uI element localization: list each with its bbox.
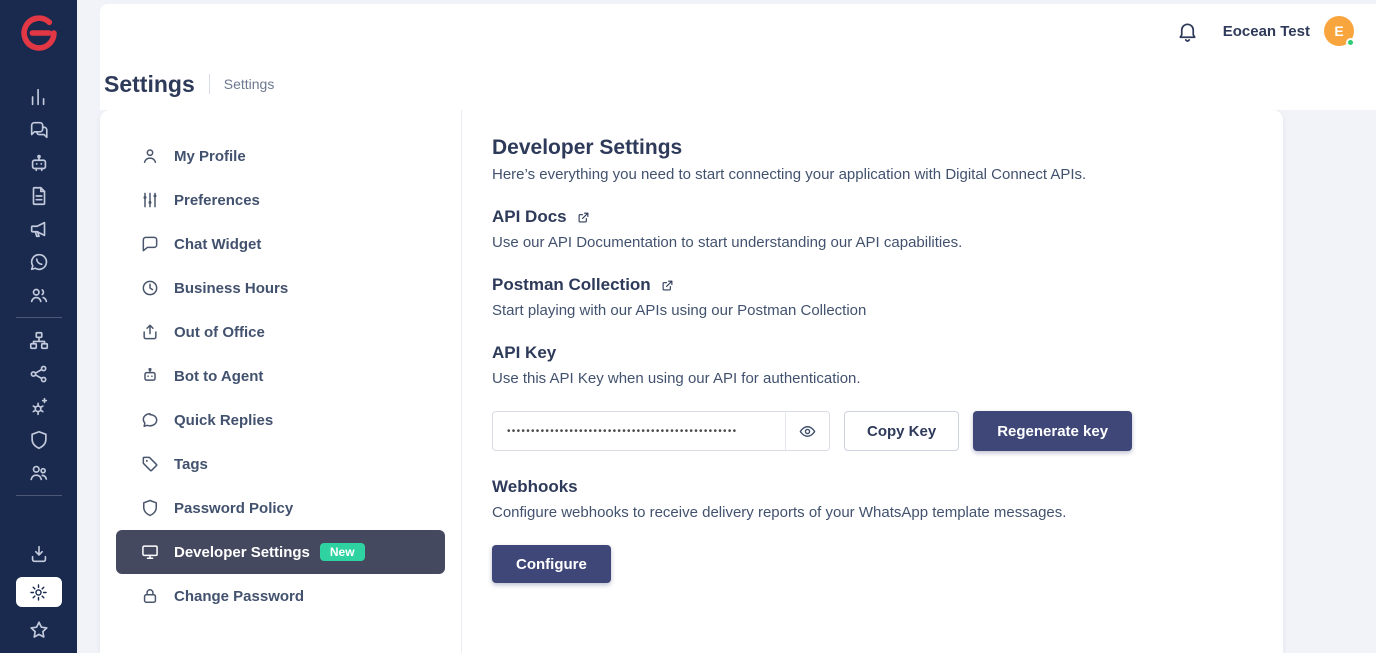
nav-item-label: Tags	[174, 456, 208, 473]
settings-nav: My Profile Preferences Chat Widget Business…	[100, 110, 462, 653]
api-key-field[interactable]: ••••••••••••••••••••••••••••••••••••••••…	[492, 411, 830, 451]
title-bar: Settings Settings	[100, 58, 1376, 110]
api-docs-description: Use our API Documentation to start under…	[492, 234, 1243, 251]
api-key-heading: API Key	[492, 343, 1243, 363]
star-icon[interactable]	[28, 619, 50, 641]
nav-item-my-profile[interactable]: My Profile	[116, 134, 445, 178]
app-rail	[0, 0, 77, 653]
rail-bottom-list	[16, 543, 62, 641]
bar-chart-icon[interactable]	[28, 86, 50, 108]
api-docs-heading: API Docs	[492, 207, 1243, 227]
nav-item-label: Password Policy	[174, 500, 293, 517]
postman-description: Start playing with our APIs using our Po…	[492, 302, 1243, 319]
bot-agent-icon	[140, 366, 160, 386]
nav-item-label: Preferences	[174, 192, 260, 209]
regenerate-key-button[interactable]: Regenerate key	[973, 411, 1132, 451]
user-name[interactable]: Eocean Test	[1223, 23, 1310, 40]
nav-item-change-password[interactable]: Change Password	[116, 574, 445, 618]
monitor-icon	[140, 542, 160, 562]
section-subtitle: Here’s everything you need to start conn…	[492, 166, 1243, 183]
nav-item-label: Business Hours	[174, 280, 288, 297]
nav-item-tags[interactable]: Tags	[116, 442, 445, 486]
toggle-key-visibility-button[interactable]	[785, 412, 829, 450]
webhooks-description: Configure webhooks to receive delivery r…	[492, 504, 1243, 521]
export-icon[interactable]	[28, 543, 50, 565]
shield-icon[interactable]	[28, 429, 50, 451]
share-icon[interactable]	[28, 363, 50, 385]
lock-icon	[140, 586, 160, 606]
team-icon[interactable]	[28, 462, 50, 484]
clock-icon	[140, 278, 160, 298]
postman-heading: Postman Collection	[492, 275, 1243, 295]
chats-icon[interactable]	[28, 119, 50, 141]
webhooks-heading: Webhooks	[492, 477, 1243, 497]
nav-item-out-of-office[interactable]: Out of Office	[116, 310, 445, 354]
breadcrumb[interactable]: Settings	[224, 76, 275, 92]
automation-icon[interactable]	[28, 396, 50, 418]
api-key-row: ••••••••••••••••••••••••••••••••••••••••…	[492, 411, 1243, 451]
nav-item-bot-to-agent[interactable]: Bot to Agent	[116, 354, 445, 398]
main-area: Eocean Test E Settings Settings My Profi…	[77, 0, 1376, 653]
webhooks-title: Webhooks	[492, 477, 578, 497]
nav-item-label: Out of Office	[174, 324, 265, 341]
eocean-logo-icon[interactable]	[18, 12, 60, 54]
megaphone-icon[interactable]	[28, 218, 50, 240]
document-icon[interactable]	[28, 185, 50, 207]
breadcrumb-divider	[209, 74, 210, 94]
whatsapp-icon[interactable]	[28, 251, 50, 273]
settings-card: My Profile Preferences Chat Widget Business…	[100, 110, 1283, 653]
eye-icon	[798, 422, 817, 441]
rail-divider	[16, 495, 62, 496]
nav-item-label: Developer Settings	[174, 544, 310, 561]
nav-item-label: Change Password	[174, 588, 304, 605]
page-title: Settings	[104, 71, 195, 98]
nav-item-label: Bot to Agent	[174, 368, 263, 385]
nav-item-business-hours[interactable]: Business Hours	[116, 266, 445, 310]
bot-icon[interactable]	[28, 152, 50, 174]
out-of-office-icon	[140, 322, 160, 342]
settings-icon[interactable]	[16, 577, 62, 607]
new-badge: New	[320, 543, 365, 561]
external-link-icon[interactable]	[660, 278, 675, 293]
nav-item-password-policy[interactable]: Password Policy	[116, 486, 445, 530]
section-title: Developer Settings	[492, 136, 1243, 160]
postman-title: Postman Collection	[492, 275, 651, 295]
chat-icon	[140, 234, 160, 254]
avatar[interactable]: E	[1324, 16, 1354, 46]
external-link-icon[interactable]	[576, 210, 591, 225]
rail-icon-list	[16, 80, 62, 502]
api-key-title: API Key	[492, 343, 556, 363]
developer-settings-panel: Developer Settings Here’s everything you…	[462, 110, 1283, 653]
sitemap-icon[interactable]	[28, 330, 50, 352]
avatar-letter: E	[1334, 23, 1343, 39]
nav-item-label: Quick Replies	[174, 412, 273, 429]
sliders-icon	[140, 190, 160, 210]
quick-reply-icon	[140, 410, 160, 430]
nav-item-preferences[interactable]: Preferences	[116, 178, 445, 222]
tag-icon	[140, 454, 160, 474]
online-status-dot	[1346, 38, 1355, 47]
api-key-masked-value: ••••••••••••••••••••••••••••••••••••••••…	[493, 426, 785, 437]
shield-outline-icon	[140, 498, 160, 518]
person-icon	[140, 146, 160, 166]
api-docs-title: API Docs	[492, 207, 567, 227]
rail-divider	[16, 317, 62, 318]
nav-item-developer-settings[interactable]: Developer Settings New	[116, 530, 445, 574]
top-bar: Eocean Test E	[100, 4, 1376, 58]
nav-item-quick-replies[interactable]: Quick Replies	[116, 398, 445, 442]
nav-item-label: Chat Widget	[174, 236, 261, 253]
contacts-icon[interactable]	[28, 284, 50, 306]
notifications-bell-icon[interactable]	[1176, 20, 1199, 43]
copy-key-button[interactable]: Copy Key	[844, 411, 959, 451]
configure-webhooks-button[interactable]: Configure	[492, 545, 611, 583]
nav-item-chat-widget[interactable]: Chat Widget	[116, 222, 445, 266]
api-key-description: Use this API Key when using our API for …	[492, 370, 1243, 387]
nav-item-label: My Profile	[174, 148, 246, 165]
page-body: My Profile Preferences Chat Widget Business…	[77, 110, 1376, 653]
